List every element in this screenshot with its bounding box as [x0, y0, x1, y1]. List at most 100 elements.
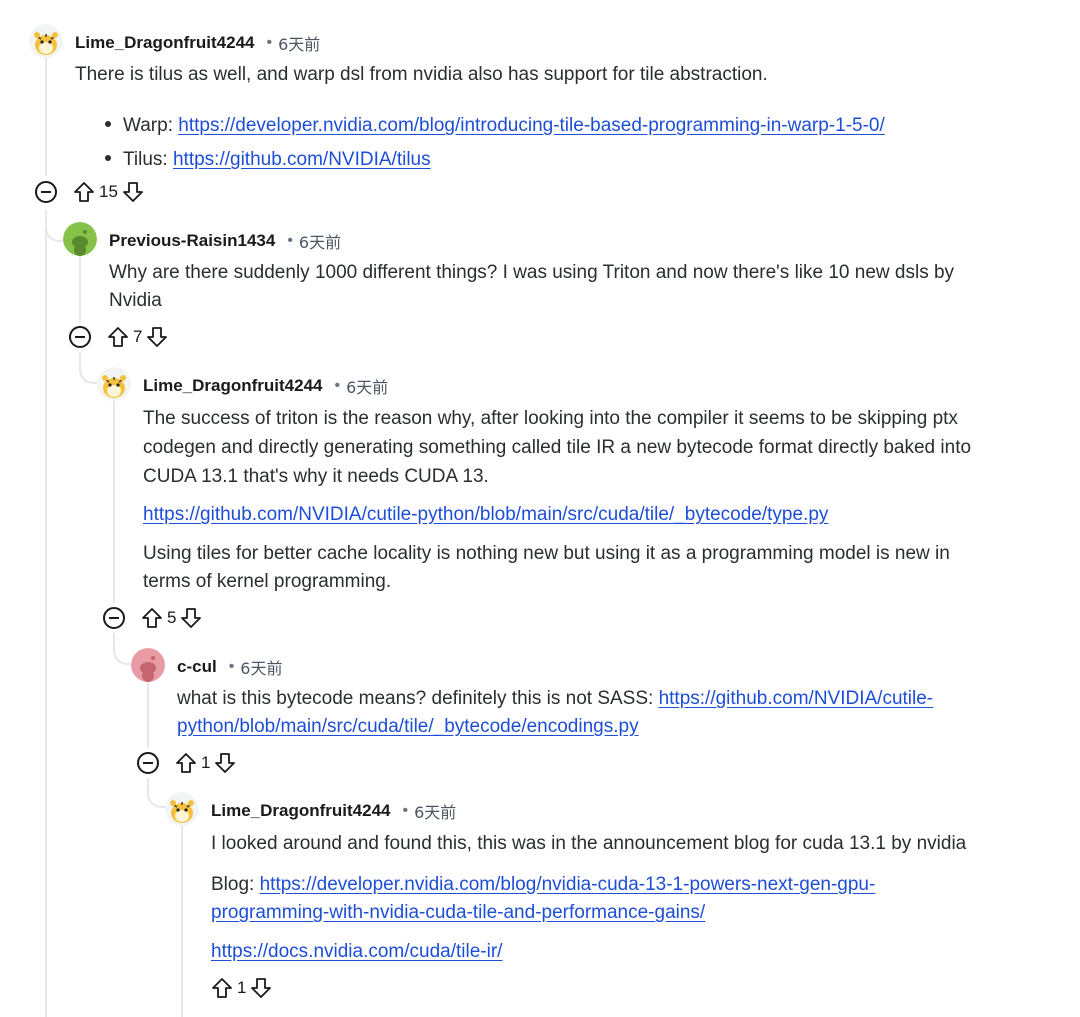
comment-meta: Lime_Dragonfruit4244 • 6天前 — [211, 799, 456, 823]
comment-body: what is this bytecode means? definitely … — [177, 685, 933, 741]
separator-dot: • — [287, 232, 293, 249]
downvote-icon[interactable] — [146, 326, 168, 348]
upvote-icon[interactable] — [107, 326, 129, 348]
downvote-icon[interactable] — [250, 977, 272, 999]
comment-meta: Previous-Raisin1434 • 6天前 — [109, 229, 341, 253]
comment-text: There is tilus as well, and warp dsl fro… — [75, 64, 768, 85]
timestamp[interactable]: 6天前 — [299, 229, 341, 253]
timestamp[interactable]: 6天前 — [414, 799, 456, 823]
username[interactable]: Lime_Dragonfruit4244 — [143, 376, 323, 396]
link-list: Warp: https://developer.nvidia.com/blog/… — [97, 109, 885, 177]
snoo-pink-avatar[interactable] — [131, 648, 165, 682]
vote-controls: 5 — [141, 607, 202, 629]
downvote-icon[interactable] — [214, 752, 236, 774]
comment-text-line: Using tiles for better cache locality is… — [143, 543, 950, 564]
list-item-prefix: Warp: — [123, 115, 179, 136]
vote-controls: 7 — [107, 326, 168, 348]
comment-body: Using tiles for better cache locality is… — [143, 540, 950, 596]
username[interactable]: c-cul — [177, 657, 217, 677]
comment-text-line: Why are there suddenly 1000 different th… — [109, 262, 955, 283]
upvote-icon[interactable] — [141, 607, 163, 629]
tiger-avatar[interactable] — [29, 24, 63, 58]
comment-text: I looked around and found this, this was… — [211, 833, 967, 854]
separator-dot: • — [228, 658, 235, 675]
downvote-icon[interactable] — [122, 181, 144, 203]
separator-dot: • — [402, 802, 409, 819]
vote-controls: 15 — [73, 181, 144, 203]
vote-score: 15 — [99, 182, 118, 201]
timestamp[interactable]: 6天前 — [346, 374, 388, 398]
comment-actions: 5 — [103, 607, 202, 629]
comment-actions: 1 — [137, 752, 236, 774]
comment-link-paragraph: https://docs.nvidia.com/cuda/tile-ir/ — [211, 938, 502, 966]
separator-dot: • — [266, 34, 273, 51]
comment-body: The success of triton is the reason why,… — [143, 404, 971, 491]
bytecode-encodings-link-cont[interactable]: python/blob/main/src/cuda/tile/_bytecode… — [177, 716, 639, 737]
comment-body: Why are there suddenly 1000 different th… — [109, 259, 954, 315]
comment-body: Blog: https://developer.nvidia.com/blog/… — [211, 871, 875, 927]
downvote-icon[interactable] — [180, 607, 202, 629]
comment-meta: Lime_Dragonfruit4244 • 6天前 — [143, 374, 388, 398]
tiger-avatar[interactable] — [165, 792, 199, 826]
username[interactable]: Lime_Dragonfruit4244 — [211, 801, 391, 821]
username[interactable]: Lime_Dragonfruit4244 — [75, 33, 255, 53]
comment-text: what is this bytecode means? definitely … — [177, 688, 659, 709]
comment-text-line: what is this bytecode means? definitely … — [177, 685, 933, 713]
list-item-prefix: Tilus: — [123, 149, 173, 170]
upvote-icon[interactable] — [175, 752, 197, 774]
thread-line[interactable] — [79, 352, 81, 364]
comment-text-line: terms of kernel programming. — [143, 571, 392, 592]
thread-line[interactable] — [79, 256, 81, 322]
upvote-icon[interactable] — [211, 977, 233, 999]
comment-text-line: CUDA 13.1 that's why it needs CUDA 13. — [143, 466, 489, 487]
comment-actions: 7 — [69, 326, 168, 348]
vote-controls: 1 — [211, 977, 272, 999]
username[interactable]: Previous-Raisin1434 — [109, 231, 275, 251]
vote-score: 1 — [237, 978, 247, 997]
collapse-button[interactable] — [35, 181, 57, 203]
collapse-button[interactable] — [103, 607, 125, 629]
tilus-link[interactable]: https://github.com/NVIDIA/tilus — [173, 149, 431, 170]
comment-thread: Lime_Dragonfruit4244 • 6天前 There is tilu… — [0, 0, 1080, 1017]
blog-prefix: Blog: — [211, 874, 260, 895]
tile-ir-docs-link[interactable]: https://docs.nvidia.com/cuda/tile-ir/ — [211, 941, 502, 962]
comment-text-line: codegen and directly generating somethin… — [143, 437, 972, 458]
comment-text-line: python/blob/main/src/cuda/tile/_bytecode… — [177, 713, 933, 741]
timestamp[interactable]: 6天前 — [240, 655, 282, 679]
comment-text-line: programming-with-nvidia-cuda-tile-and-pe… — [211, 899, 875, 927]
list-item: Tilus: https://github.com/NVIDIA/tilus — [97, 143, 885, 177]
cuda-blog-link-cont[interactable]: programming-with-nvidia-cuda-tile-and-pe… — [211, 902, 705, 923]
bytecode-type-link[interactable]: https://github.com/NVIDIA/cutile-python/… — [143, 504, 828, 525]
vote-score: 7 — [133, 327, 143, 346]
thread-line[interactable] — [45, 210, 47, 1017]
separator-dot: • — [334, 377, 341, 394]
list-item: Warp: https://developer.nvidia.com/blog/… — [97, 109, 885, 143]
collapse-button[interactable] — [137, 752, 159, 774]
vote-score: 5 — [167, 608, 177, 627]
warp-link[interactable]: https://developer.nvidia.com/blog/introd… — [178, 115, 885, 136]
thread-line[interactable] — [181, 826, 183, 1017]
thread-line[interactable] — [113, 400, 115, 603]
comment-actions: 1 — [211, 977, 272, 999]
thread-line[interactable] — [113, 633, 115, 643]
collapse-button[interactable] — [69, 326, 91, 348]
comment-text-line: Blog: https://developer.nvidia.com/blog/… — [211, 871, 875, 899]
comment-meta: c-cul • 6天前 — [177, 655, 282, 679]
upvote-icon[interactable] — [73, 181, 95, 203]
vote-controls: 1 — [175, 752, 236, 774]
comment-link-paragraph: https://github.com/NVIDIA/cutile-python/… — [143, 501, 828, 529]
thread-line[interactable] — [147, 682, 149, 748]
comment-body: There is tilus as well, and warp dsl fro… — [75, 61, 768, 89]
comment-actions: 15 — [35, 181, 144, 203]
thread-line[interactable] — [45, 58, 47, 176]
snoo-green-avatar[interactable] — [63, 222, 97, 256]
comment-text-line: Nvidia — [109, 290, 162, 311]
comment-body: I looked around and found this, this was… — [211, 830, 966, 858]
timestamp[interactable]: 6天前 — [278, 31, 320, 55]
comment-meta: Lime_Dragonfruit4244 • 6天前 — [75, 31, 320, 55]
comment-text-line: The success of triton is the reason why,… — [143, 408, 958, 429]
cuda-blog-link[interactable]: https://developer.nvidia.com/blog/nvidia… — [260, 874, 876, 895]
tiger-avatar[interactable] — [97, 367, 131, 401]
bytecode-encodings-link[interactable]: https://github.com/NVIDIA/cutile- — [659, 688, 934, 709]
vote-score: 1 — [201, 753, 211, 772]
